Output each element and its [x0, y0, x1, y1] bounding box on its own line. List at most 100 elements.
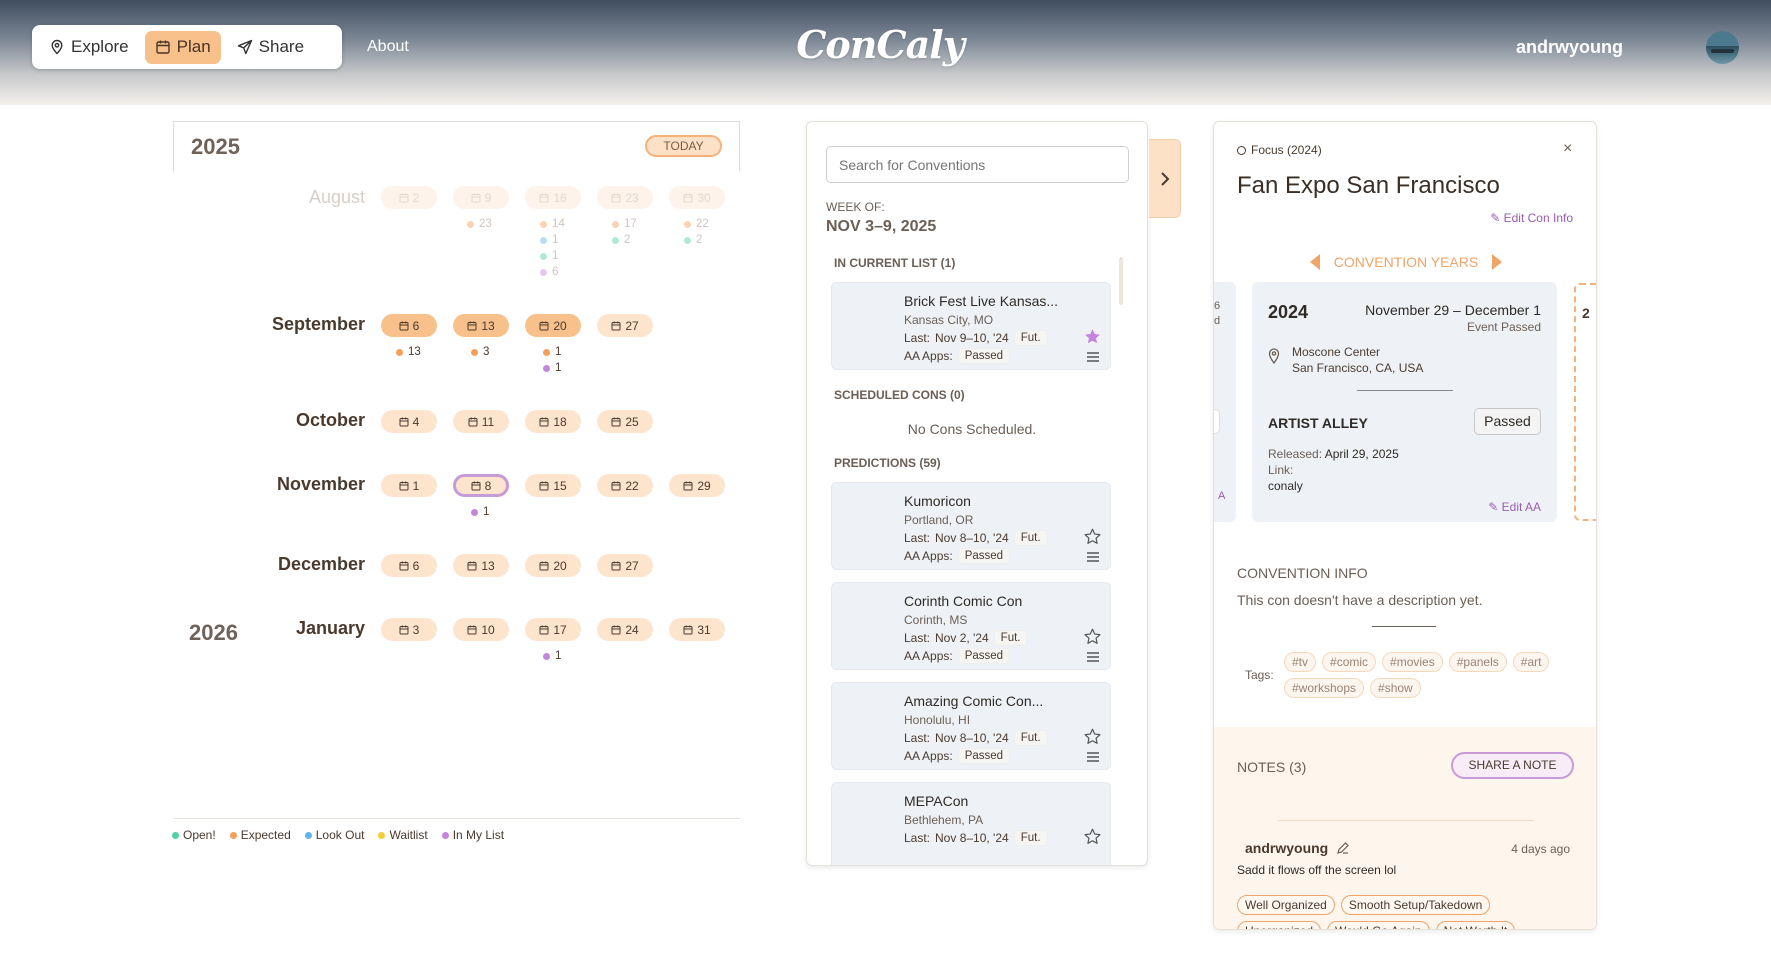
tag[interactable]: #comic [1322, 652, 1377, 672]
week-chip[interactable]: 8 [453, 474, 509, 497]
tags-label: Tags: [1245, 668, 1274, 682]
week-chip[interactable]: 22 [597, 474, 653, 497]
week-chip[interactable]: 11 [453, 410, 509, 433]
star-icon[interactable] [1084, 728, 1101, 745]
pencil-icon[interactable] [1336, 841, 1350, 855]
username[interactable]: andrwyoung [1516, 37, 1623, 58]
add-year-card[interactable]: 2 [1574, 283, 1596, 521]
card-location: Kansas City, MO [904, 313, 994, 327]
calendar-icon [611, 321, 621, 330]
edit-aa-link[interactable]: ✎ Edit AA [1488, 500, 1541, 514]
aa-link[interactable]: conaly [1268, 479, 1303, 493]
week-chip[interactable]: 24 [597, 618, 653, 641]
edit-con-info-link[interactable]: ✎ Edit Con Info [1490, 211, 1573, 225]
week-chip[interactable]: 30 [669, 186, 725, 209]
prev-year-arrow-icon[interactable] [1309, 254, 1320, 270]
card-name: Kumoricon [904, 493, 971, 509]
convention-detail-panel: Focus (2024) × Fan Expo San Francisco ✎ … [1213, 121, 1597, 930]
star-icon[interactable] [1084, 828, 1101, 845]
plan-label: Plan [176, 37, 211, 56]
search-input[interactable] [826, 146, 1129, 183]
week-chip[interactable]: 3 [381, 618, 437, 641]
menu-icon[interactable] [1086, 651, 1100, 663]
explore-nav-button[interactable]: Explore [39, 31, 139, 64]
plan-nav-button[interactable]: Plan [144, 30, 221, 64]
week-chip[interactable]: 31 [669, 618, 725, 641]
convention-card[interactable]: MEPACon Bethlehem, PA Last: Nov 8–10, '24 Fu… [831, 782, 1111, 865]
today-button[interactable]: TODAY [645, 135, 722, 157]
share-nav-button[interactable]: Share [227, 31, 314, 64]
note-tag: Smooth Setup/Takedown [1340, 895, 1491, 915]
prev-year-card[interactable]: 6 d A [1214, 282, 1236, 522]
app-logo[interactable]: ConCaly [780, 22, 980, 67]
week-chip[interactable]: 6 [381, 554, 437, 577]
week-chip[interactable]: 13 [453, 554, 509, 577]
week-chip[interactable]: 20 [525, 554, 581, 577]
tag[interactable]: #tv [1284, 652, 1317, 672]
calendar-icon [611, 417, 621, 426]
week-chip[interactable]: 27 [597, 554, 653, 577]
main-nav: Explore Plan Share [32, 25, 342, 69]
star-icon[interactable] [1084, 528, 1101, 545]
menu-icon[interactable] [1086, 751, 1100, 763]
tag[interactable]: #workshops [1284, 678, 1365, 698]
week-chip[interactable]: 9 [453, 186, 509, 209]
next-year-arrow-icon[interactable] [1492, 254, 1503, 270]
tag[interactable]: #panels [1448, 652, 1507, 672]
calendar-icon [399, 193, 409, 202]
week-chip[interactable]: 18 [525, 410, 581, 433]
card-aa-status: AA Apps: Passed [904, 648, 1011, 664]
count-inlist: 6 [540, 265, 558, 279]
count-lookout: 1 [540, 233, 558, 247]
expand-panel-tab[interactable] [1149, 139, 1181, 218]
aa-status-button[interactable]: Passed [1474, 408, 1541, 435]
convention-card[interactable]: Corinth Comic Con Corinth, MS Last: Nov 2, … [831, 582, 1111, 670]
note-tag: Not Worth It [1435, 921, 1516, 929]
count-expected: 13 [396, 345, 421, 359]
tag[interactable]: #movies [1382, 652, 1443, 672]
star-icon[interactable] [1084, 628, 1101, 645]
calendar-icon [611, 193, 621, 202]
week-chip[interactable]: 20 [525, 314, 581, 337]
about-link[interactable]: About [367, 38, 409, 56]
week-chip[interactable]: 6 [381, 314, 437, 337]
week-chip[interactable]: 16 [525, 186, 581, 209]
week-chip[interactable]: 17 [525, 618, 581, 641]
convention-card[interactable]: Brick Fest Live Kansas... Kansas City, MO… [831, 282, 1111, 370]
week-chip[interactable]: 13 [453, 314, 509, 337]
tag[interactable]: #show [1370, 678, 1421, 698]
share-note-button[interactable]: SHARE A NOTE [1451, 752, 1574, 779]
convention-card[interactable]: Kumoricon Portland, OR Last: Nov 8–10, '24 F… [831, 482, 1111, 570]
avatar[interactable] [1706, 31, 1739, 64]
convention-card[interactable]: Amazing Comic Con... Honolulu, HI Last: Nov… [831, 682, 1111, 770]
week-chip[interactable]: 2 [381, 186, 437, 209]
tag[interactable]: #art [1512, 652, 1550, 672]
week-chip[interactable]: 10 [453, 618, 509, 641]
menu-icon[interactable] [1086, 351, 1100, 363]
calendar-icon [539, 193, 549, 202]
week-chip[interactable]: 4 [381, 410, 437, 433]
star-filled-icon[interactable] [1084, 328, 1101, 345]
event-status: Event Passed [1466, 320, 1541, 334]
status-legend: Open! Expected Look Out Waitlist In My L… [172, 828, 504, 842]
week-chip[interactable]: 15 [525, 474, 581, 497]
share-label: Share [258, 37, 305, 56]
card-aa-status: AA Apps: Passed [904, 748, 1011, 764]
year-card: 2024 November 29 – December 1 Event Pass… [1252, 282, 1557, 522]
month-label: August [308, 187, 365, 207]
calendar-icon [155, 40, 170, 54]
scrollbar[interactable] [1119, 257, 1123, 305]
calendar-icon [611, 561, 621, 570]
note-tag: Well Organized [1237, 895, 1335, 915]
week-chip[interactable]: 25 [597, 410, 653, 433]
week-chip[interactable]: 29 [669, 474, 725, 497]
week-chip[interactable]: 27 [597, 314, 653, 337]
week-chip[interactable]: 23 [597, 186, 653, 209]
calendar-year-header: 2025 TODAY [173, 121, 740, 171]
notes-heading: NOTES (3) [1237, 759, 1307, 775]
week-chip[interactable]: 1 [381, 474, 437, 497]
menu-icon[interactable] [1086, 551, 1100, 563]
calendar-icon [467, 561, 477, 570]
close-button[interactable]: × [1563, 140, 1572, 158]
calendar-icon [683, 481, 693, 490]
